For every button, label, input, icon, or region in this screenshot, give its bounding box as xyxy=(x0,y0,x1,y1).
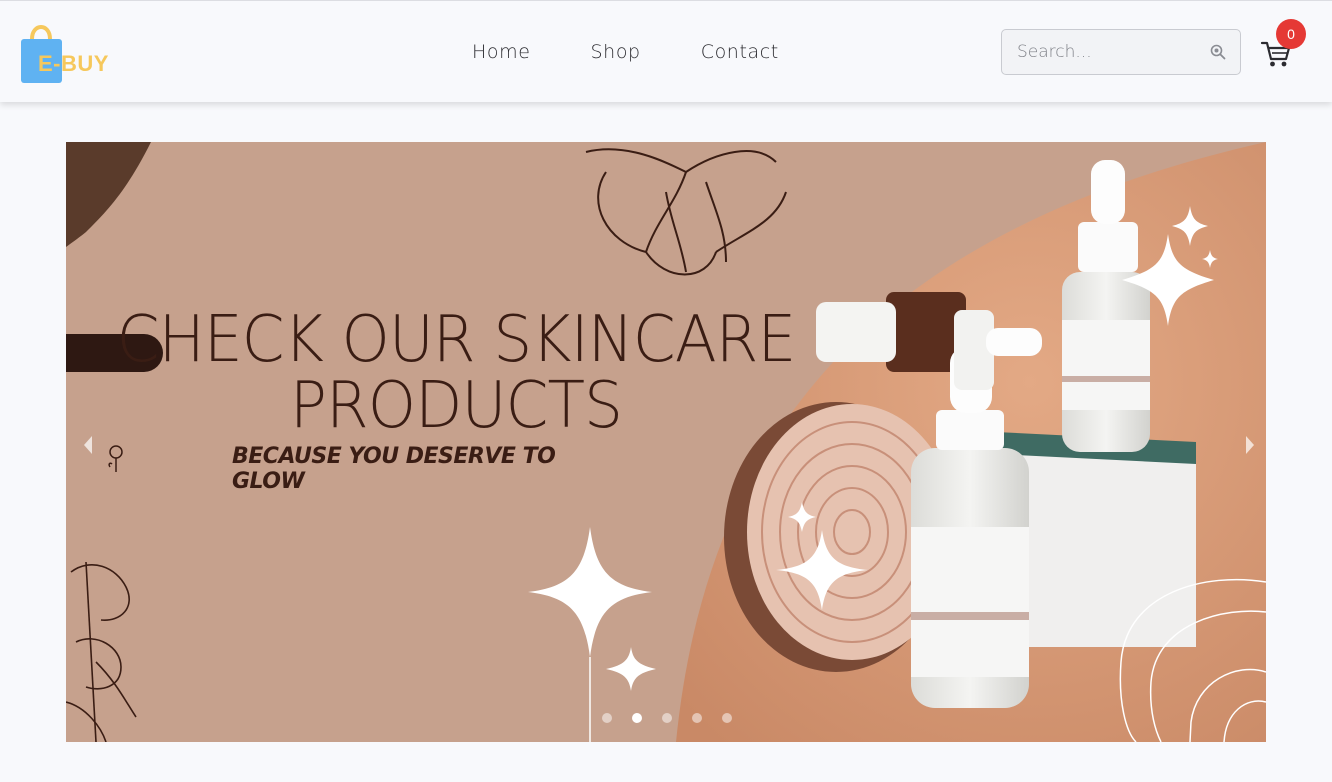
hero-headline-line2: PRODUCTS xyxy=(289,368,623,443)
nav-home[interactable]: Home xyxy=(472,41,531,63)
hero-banner-image xyxy=(66,142,1266,742)
carousel-dot-1[interactable] xyxy=(602,713,612,723)
hero-tagline: BECAUSE YOU DESERVE TO GLOW xyxy=(232,444,556,494)
brand-logo[interactable]: E-BUY xyxy=(20,21,120,85)
hero-headline: CHECK OUR SKINCARE PRODUCTS xyxy=(82,307,831,439)
nav-shop[interactable]: Shop xyxy=(591,41,641,63)
carousel-next-arrow-icon[interactable] xyxy=(1234,428,1264,458)
cart-count-badge: 0 xyxy=(1276,19,1306,49)
search-box xyxy=(1001,29,1241,75)
hero-carousel: CHECK OUR SKINCARE PRODUCTS BECAUSE YOU … xyxy=(66,142,1266,742)
search-input[interactable] xyxy=(1002,30,1217,74)
search-icon[interactable] xyxy=(1210,44,1226,60)
carousel-prev-arrow-icon[interactable] xyxy=(72,428,102,458)
hero-headline-line1: CHECK OUR SKINCARE xyxy=(116,302,797,377)
carousel-dot-4[interactable] xyxy=(692,713,702,723)
carousel-dot-5[interactable] xyxy=(722,713,732,723)
main-nav: Home Shop Contact xyxy=(472,41,839,63)
nav-contact[interactable]: Contact xyxy=(701,41,779,63)
carousel-indicators xyxy=(602,713,732,723)
carousel-dot-2[interactable] xyxy=(632,713,642,723)
navbar: E-BUY Home Shop Contact 0 xyxy=(0,0,1332,102)
carousel-dot-3[interactable] xyxy=(662,713,672,723)
brand-name: E-BUY xyxy=(38,51,109,76)
